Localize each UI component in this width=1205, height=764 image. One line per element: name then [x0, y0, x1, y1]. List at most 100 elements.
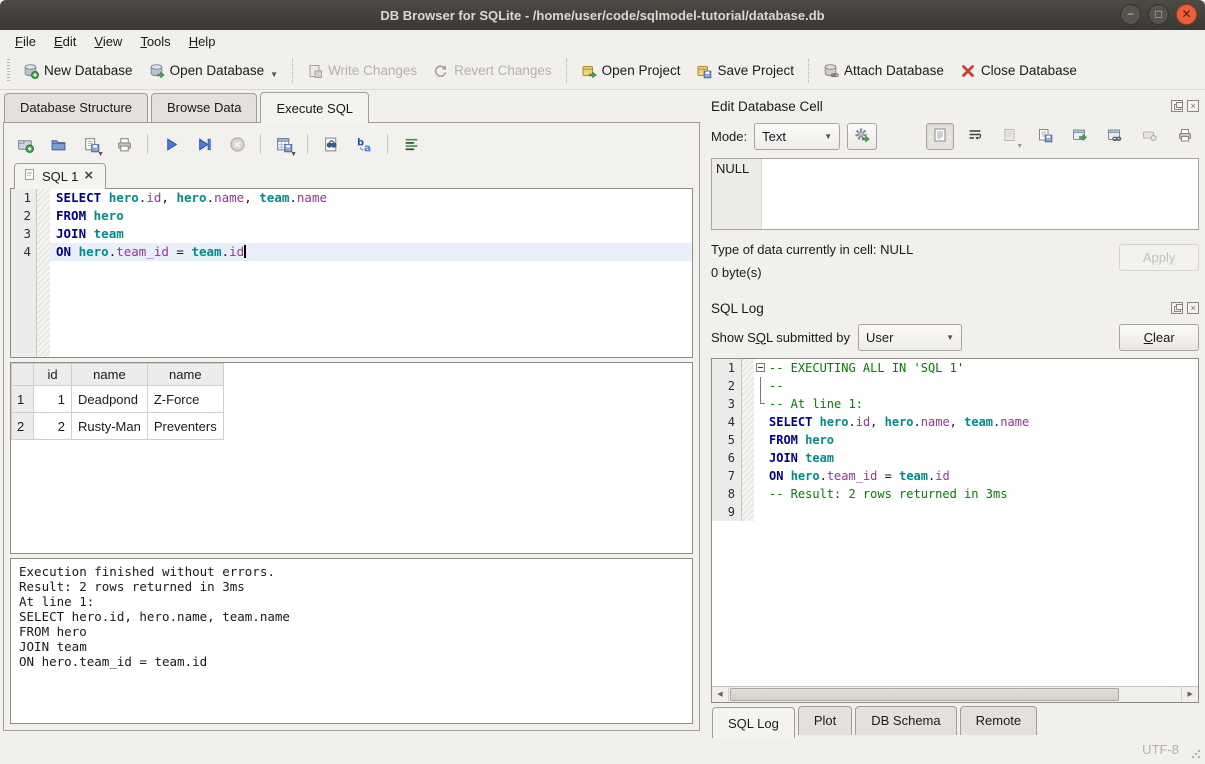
text-document-button[interactable] — [926, 123, 954, 150]
sql-log-lines[interactable]: 1-- EXECUTING ALL IN 'SQL 1'2--3-- At li… — [712, 359, 1198, 686]
execute-all-button[interactable] — [158, 131, 184, 157]
column-header-name[interactable]: name — [147, 364, 223, 386]
execute-all-icon — [163, 136, 180, 153]
scroll-left-icon[interactable]: ◀ — [712, 687, 729, 702]
text-document-icon — [932, 127, 948, 146]
table-cell[interactable]: Z-Force — [147, 386, 223, 413]
print-cell-button[interactable] — [1171, 123, 1199, 150]
table-cell[interactable]: 2 — [34, 413, 72, 440]
scrollbar-thumb[interactable] — [730, 688, 1119, 701]
main-tab-bar: Database StructureBrowse DataExecute SQL — [3, 90, 700, 122]
new-tab-button[interactable] — [12, 131, 38, 157]
line-number: 3 — [712, 395, 742, 413]
log-line-9: 9 — [712, 503, 1198, 521]
float-dock-icon[interactable] — [1171, 100, 1183, 112]
attach-database-button[interactable]: Attach Database — [815, 59, 952, 83]
sql-editor[interactable]: 1SELECT hero.id, hero.name, team.name2FR… — [10, 188, 693, 358]
cell-value-editor[interactable]: NULL — [711, 158, 1199, 230]
mode-select[interactable]: Text ▼ — [754, 123, 840, 150]
cell-value-area[interactable] — [762, 159, 1198, 229]
editor-line-4[interactable]: 4ON hero.team_id = team.id — [11, 243, 692, 261]
bottom-tab-sql-log[interactable]: SQL Log — [712, 707, 795, 738]
save-results-button[interactable]: ▼ — [271, 131, 297, 157]
float-dock-icon[interactable] — [1171, 302, 1183, 314]
fold-marker-icon[interactable] — [754, 359, 769, 377]
code-line[interactable]: FROM hero — [50, 207, 692, 225]
row-header[interactable]: 2 — [12, 413, 34, 440]
close-database-button[interactable]: Close Database — [952, 59, 1085, 83]
find-button[interactable] — [318, 131, 344, 157]
tab-sql-1[interactable]: SQL 1 × — [14, 163, 106, 189]
save-sql-file-button[interactable]: ▼ — [78, 131, 104, 157]
table-cell[interactable]: Deadpond — [72, 386, 148, 413]
menu-view[interactable]: View — [85, 32, 131, 51]
code-line[interactable]: JOIN team — [50, 225, 692, 243]
close-dock-icon[interactable]: × — [1187, 302, 1199, 314]
code-line: -- At line 1: — [769, 395, 1198, 413]
tab-execute-sql[interactable]: Execute SQL — [260, 92, 369, 123]
close-tab-icon[interactable]: × — [84, 170, 93, 182]
stop-button[interactable] — [224, 131, 250, 157]
link-button[interactable] — [1101, 123, 1129, 150]
resize-grip[interactable] — [1191, 749, 1201, 759]
horizontal-scrollbar[interactable]: ◀ ▶ — [712, 686, 1198, 702]
menu-edit[interactable]: Edit — [45, 32, 85, 51]
replace-button[interactable]: ba — [351, 131, 377, 157]
clear-button[interactable]: Clear — [1119, 324, 1199, 351]
table-cell[interactable]: Rusty-Man — [72, 413, 148, 440]
open-project-button[interactable]: Open Project — [573, 59, 689, 83]
import-button[interactable]: ▼ — [996, 123, 1024, 150]
apply-button-label: Apply — [1143, 250, 1176, 265]
save-project-button[interactable]: Save Project — [688, 59, 802, 83]
corner-header[interactable] — [12, 364, 34, 386]
bottom-tab-plot[interactable]: Plot — [798, 706, 852, 735]
fold-margin — [37, 189, 50, 207]
fold-column — [754, 485, 769, 503]
revert-changes-button[interactable]: Revert Changes — [425, 59, 560, 83]
table-cell[interactable]: 1 — [34, 386, 72, 413]
bottom-tab-remote[interactable]: Remote — [960, 706, 1038, 735]
window-controls: − □ ✕ — [1120, 4, 1197, 25]
editor-empty-area[interactable] — [11, 261, 692, 358]
execute-line-button[interactable] — [191, 131, 217, 157]
close-button-icon[interactable]: ✕ — [1176, 4, 1197, 25]
code-line[interactable]: SELECT hero.id, hero.name, team.name — [50, 189, 692, 207]
editor-line-1[interactable]: 1SELECT hero.id, hero.name, team.name — [11, 189, 692, 207]
format-sql-button[interactable] — [398, 131, 424, 157]
column-header-id[interactable]: id — [34, 364, 72, 386]
code-line: -- EXECUTING ALL IN 'SQL 1' — [769, 359, 1198, 377]
row-header[interactable]: 1 — [12, 386, 34, 413]
minimize-button-icon[interactable]: − — [1120, 4, 1141, 25]
column-header-name[interactable]: name — [72, 364, 148, 386]
scrollbar-track[interactable] — [729, 687, 1181, 702]
word-wrap-button[interactable] — [961, 123, 989, 150]
save-as-button[interactable] — [1031, 123, 1059, 150]
close-dock-icon[interactable]: × — [1187, 100, 1199, 112]
apply-button[interactable]: Apply — [1119, 244, 1199, 271]
menu-help[interactable]: Help — [180, 32, 225, 51]
tab-database-structure[interactable]: Database Structure — [4, 93, 148, 122]
tab-browse-data[interactable]: Browse Data — [151, 93, 257, 122]
scroll-right-icon[interactable]: ▶ — [1181, 687, 1198, 702]
left-pane: Database StructureBrowse DataExecute SQL… — [0, 90, 703, 735]
menu-tools[interactable]: Tools — [131, 32, 179, 51]
set-null-button[interactable] — [1136, 123, 1164, 150]
table-cell[interactable]: Preventers — [147, 413, 223, 440]
code-line[interactable]: ON hero.team_id = team.id — [50, 243, 692, 261]
open-sql-file-button[interactable] — [45, 131, 71, 157]
line-number: 7 — [712, 467, 742, 485]
submitted-by-select[interactable]: User ▼ — [858, 324, 962, 351]
new-database-button[interactable]: New Database — [15, 59, 141, 83]
sql-log-title: SQL Log — [711, 301, 1171, 316]
open-external-button[interactable] — [1066, 123, 1094, 150]
editor-line-3[interactable]: 3JOIN team — [11, 225, 692, 243]
bottom-tab-db-schema[interactable]: DB Schema — [855, 706, 956, 735]
print-button[interactable] — [111, 131, 137, 157]
open-project-icon — [581, 63, 597, 79]
apply-data-button[interactable] — [847, 123, 877, 150]
maximize-button-icon[interactable]: □ — [1148, 4, 1169, 25]
open-database-button[interactable]: Open Database▼ — [141, 59, 287, 83]
write-changes-button[interactable]: Write Changes — [299, 59, 425, 83]
menu-file[interactable]: File — [6, 32, 45, 51]
editor-line-2[interactable]: 2FROM hero — [11, 207, 692, 225]
